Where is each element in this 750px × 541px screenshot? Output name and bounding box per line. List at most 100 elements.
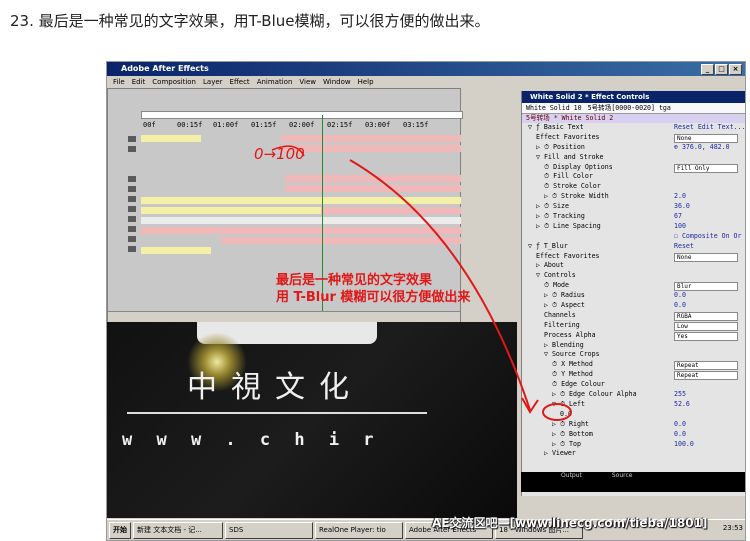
taskbar-item[interactable]: RealOne Player: tio: [315, 522, 403, 539]
property-value[interactable]: Yes: [674, 331, 738, 341]
effect-property-row[interactable]: ▷ ⏱ Tracking 67: [522, 212, 745, 222]
effect-property-row[interactable]: ☐ Composite On Or: [522, 232, 745, 242]
property-value[interactable]: 0.0: [674, 291, 686, 301]
effect-property-row[interactable]: ▷ ⏱ Right 0.0: [522, 420, 745, 430]
menu-layer[interactable]: Layer: [203, 76, 223, 88]
property-value[interactable]: 36.0: [674, 202, 690, 212]
layer-bar[interactable]: [141, 207, 321, 214]
effect-property-row[interactable]: ▽ Source Crops: [522, 350, 745, 360]
effect-property-row[interactable]: ▷ ⏱ Stroke Width 2.0: [522, 192, 745, 202]
property-value[interactable]: Reset Edit Text...: [674, 123, 745, 133]
time-navigator[interactable]: [141, 111, 463, 119]
effect-property-row[interactable]: ▷ About: [522, 261, 745, 271]
property-value[interactable]: ☐ Composite On Or: [674, 232, 742, 242]
effect-property-row[interactable]: ⏱ Fill Color: [522, 172, 745, 182]
effect-property-row[interactable]: ▷ Blending: [522, 341, 745, 351]
effect-property-row[interactable]: ▷ ⏱ Radius 0.0: [522, 291, 745, 301]
property-value[interactable]: Reset: [674, 242, 694, 252]
menu-effect[interactable]: Effect: [230, 76, 250, 88]
layer-bar[interactable]: [321, 207, 461, 214]
layer-bar[interactable]: [281, 145, 461, 152]
property-name: ▷ ⏱ Position: [536, 142, 585, 151]
layer-bar[interactable]: [221, 237, 461, 244]
menu-animation[interactable]: Animation: [257, 76, 293, 88]
layer-bar[interactable]: [141, 247, 211, 254]
property-value[interactable]: None: [674, 252, 738, 262]
tab-output[interactable]: Output: [561, 472, 582, 479]
property-value[interactable]: None: [674, 133, 738, 143]
effect-property-row[interactable]: Channels RGBA: [522, 311, 745, 321]
effect-property-row[interactable]: ▷ ⏱ Line Spacing 100: [522, 222, 745, 232]
effect-controls-tabs: White Solid 10 5号转场[0000-0020] tga: [522, 103, 745, 114]
effect-property-row[interactable]: ▷ ⏱ Size 36.0: [522, 202, 745, 212]
property-value[interactable]: Repeat: [674, 361, 738, 371]
tab-white-solid-10[interactable]: White Solid 10: [526, 103, 582, 113]
composition-viewer[interactable]: 中視文化 w w w . c h i r: [107, 322, 517, 518]
property-value[interactable]: 100: [674, 222, 686, 232]
property-value[interactable]: 0.0: [674, 430, 686, 440]
menu-window[interactable]: Window: [323, 76, 351, 88]
property-value[interactable]: Blur: [674, 282, 738, 292]
property-value[interactable]: 67: [674, 212, 682, 222]
effect-property-row[interactable]: Process Alpha Yes: [522, 331, 745, 341]
property-value[interactable]: 52.6: [674, 400, 690, 410]
effect-property-row[interactable]: Effect Favorites None: [522, 252, 745, 262]
layer-bar[interactable]: [281, 135, 461, 142]
taskbar-item[interactable]: SDS: [225, 522, 313, 539]
start-button[interactable]: 开始: [109, 522, 131, 539]
effect-property-row[interactable]: ⏱ Display Options Fill Only: [522, 163, 745, 173]
tab-source[interactable]: Source: [612, 472, 633, 479]
effect-property-row[interactable]: ▽ ⏱ Left 52.6: [522, 400, 745, 410]
property-value[interactable]: RGBA: [674, 311, 738, 321]
property-value[interactable]: ⊕ 376.0, 482.0: [674, 143, 730, 153]
minimize-button[interactable]: _: [701, 64, 714, 75]
menu-file[interactable]: File: [113, 76, 125, 88]
effect-property-row[interactable]: ⏱ Edge Colour: [522, 380, 745, 390]
layer-bar[interactable]: [285, 175, 461, 182]
property-value[interactable]: Fill Only: [674, 163, 738, 173]
layer-bar[interactable]: [141, 227, 461, 234]
maximize-button[interactable]: □: [715, 64, 728, 75]
taskbar-item[interactable]: 新建 文本文档 - 记...: [133, 522, 223, 539]
effect-property-row[interactable]: ▷ ⏱ Edge Colour Alpha 255: [522, 390, 745, 400]
property-value[interactable]: 0.0: [674, 301, 686, 311]
menu-composition[interactable]: Composition: [152, 76, 196, 88]
effect-property-row[interactable]: ⏱ Y Method Repeat: [522, 370, 745, 381]
effect-property-row[interactable]: ▷ ⏱ Position ⊕ 376.0, 482.0: [522, 142, 745, 153]
close-button[interactable]: ×: [729, 64, 742, 75]
effect-property-row[interactable]: ▽ ƒ T_Blur Reset: [522, 242, 745, 252]
effect-property-row[interactable]: ▷ Viewer: [522, 449, 745, 459]
property-value[interactable]: Repeat: [674, 371, 738, 381]
effect-property-row[interactable]: ▽ Controls: [522, 271, 745, 281]
effect-property-row[interactable]: ▷ ⏱ Top 100.0: [522, 440, 745, 450]
effect-property-row[interactable]: ▷ ⏱ Aspect 0.0: [522, 301, 745, 311]
menu-help[interactable]: Help: [358, 76, 374, 88]
menu-view[interactable]: View: [299, 76, 316, 88]
effect-property-row[interactable]: ⏱ Mode Blur: [522, 281, 745, 292]
layer-switches[interactable]: [108, 135, 138, 305]
effect-property-row[interactable]: 0.0: [522, 410, 745, 420]
property-value[interactable]: Low: [674, 321, 738, 331]
layer-bar[interactable]: [141, 135, 201, 142]
effect-property-row[interactable]: Effect Favorites None: [522, 133, 745, 143]
time-ruler[interactable]: 00f 00:15f 01:00f 01:15f 02:00f 02:15f 0…: [141, 121, 461, 131]
property-value[interactable]: 100.0: [674, 440, 694, 450]
effect-property-row[interactable]: ▽ ƒ Basic Text Reset Edit Text...: [522, 123, 745, 133]
effect-property-row[interactable]: ⏱ X Method Repeat: [522, 360, 745, 371]
property-value[interactable]: 2.0: [674, 192, 686, 202]
property-name: ▷ ⏱ Edge Colour Alpha: [552, 390, 637, 399]
property-value[interactable]: 0.0: [674, 420, 686, 430]
menu-edit[interactable]: Edit: [132, 76, 146, 88]
effect-property-row[interactable]: Filtering Low: [522, 321, 745, 331]
property-name: ▷ About: [536, 261, 564, 270]
property-value[interactable]: 255: [674, 390, 686, 400]
layer-bar[interactable]: [141, 217, 461, 224]
effect-property-row[interactable]: ▷ ⏱ Bottom 0.0: [522, 430, 745, 440]
red-annotation: 最后是一种常见的文字效果 用 T-Blur 模糊可以很方便做出来: [276, 272, 470, 306]
layer-bar[interactable]: [285, 185, 461, 192]
effect-property-row[interactable]: ▽ Fill and Stroke: [522, 153, 745, 163]
annotation-line: 最后是一种常见的文字效果: [276, 273, 433, 288]
effect-property-row[interactable]: ⏱ Stroke Color: [522, 182, 745, 192]
tab-transition[interactable]: 5号转场[0000-0020] tga: [588, 103, 671, 113]
layer-bar[interactable]: [141, 197, 461, 204]
